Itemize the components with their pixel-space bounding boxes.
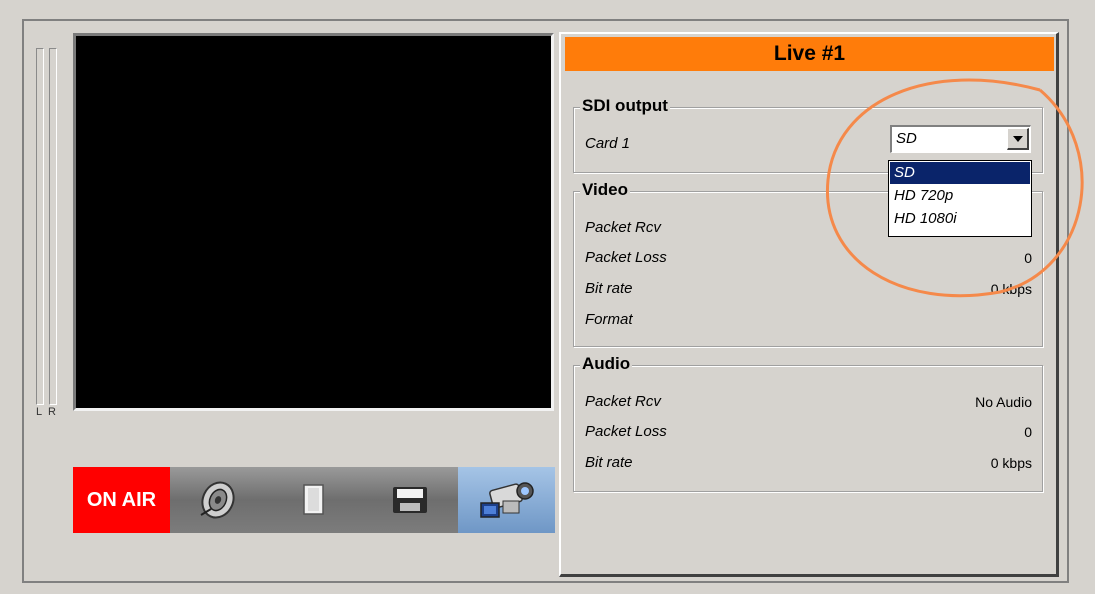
audio-group: Audio Packet Rcv No Audio Packet Loss 0 … — [573, 354, 1043, 492]
panel-title: Live #1 — [565, 37, 1054, 71]
audio-packet-rcv-label: Packet Rcv — [585, 393, 661, 410]
audio-title: Audio — [580, 354, 633, 374]
video-title: Video — [580, 180, 630, 200]
sdi-output-title: SDI output — [580, 96, 670, 116]
save-button[interactable] — [362, 467, 458, 533]
video-bit-rate-value: 0 kbps — [990, 281, 1032, 297]
audio-bit-rate-label: Bit rate — [585, 454, 633, 471]
chevron-down-icon[interactable] — [1007, 128, 1029, 150]
audio-packet-loss-value: 0 — [1024, 424, 1032, 440]
video-format-label: Format — [585, 311, 633, 328]
video-preview — [73, 33, 554, 411]
camera-button[interactable] — [458, 467, 555, 533]
card-label: Card 1 — [585, 135, 631, 152]
document-icon — [303, 484, 324, 515]
document-button[interactable] — [266, 467, 362, 533]
sdi-format-select[interactable]: SD — [890, 125, 1031, 153]
audio-packet-rcv-value: No Audio — [975, 394, 1032, 410]
sdi-format-value: SD — [896, 130, 917, 147]
video-packet-loss-value: 0 — [1024, 250, 1032, 266]
video-packet-loss-label: Packet Loss — [585, 249, 667, 266]
option-hd-1080i[interactable]: HD 1080i — [890, 208, 1030, 230]
meter-left-label: L — [36, 406, 43, 418]
on-air-label: ON AIR — [86, 488, 157, 511]
video-camera-icon — [479, 482, 534, 518]
on-air-button[interactable]: ON AIR — [73, 467, 170, 533]
floppy-disk-icon — [393, 487, 427, 513]
sdi-format-dropdown: SD HD 720p HD 1080i — [888, 160, 1032, 237]
option-hd-720p[interactable]: HD 720p — [890, 185, 1030, 207]
audio-meter-right — [49, 48, 57, 405]
video-packet-rcv-label: Packet Rcv — [585, 219, 661, 236]
option-sd[interactable]: SD — [890, 162, 1030, 184]
meter-right-label: R — [48, 406, 56, 418]
video-bit-rate-label: Bit rate — [585, 280, 633, 297]
speaker-icon — [200, 481, 235, 519]
audio-meter-left — [36, 48, 44, 405]
audio-packet-loss-label: Packet Loss — [585, 423, 667, 440]
audio-bit-rate-value: 0 kbps — [990, 455, 1032, 471]
toolbar: ON AIR — [73, 467, 555, 533]
live-panel: Live #1 SDI output Card 1 SD Video Packe… — [559, 32, 1059, 577]
audio-button[interactable] — [170, 467, 266, 533]
